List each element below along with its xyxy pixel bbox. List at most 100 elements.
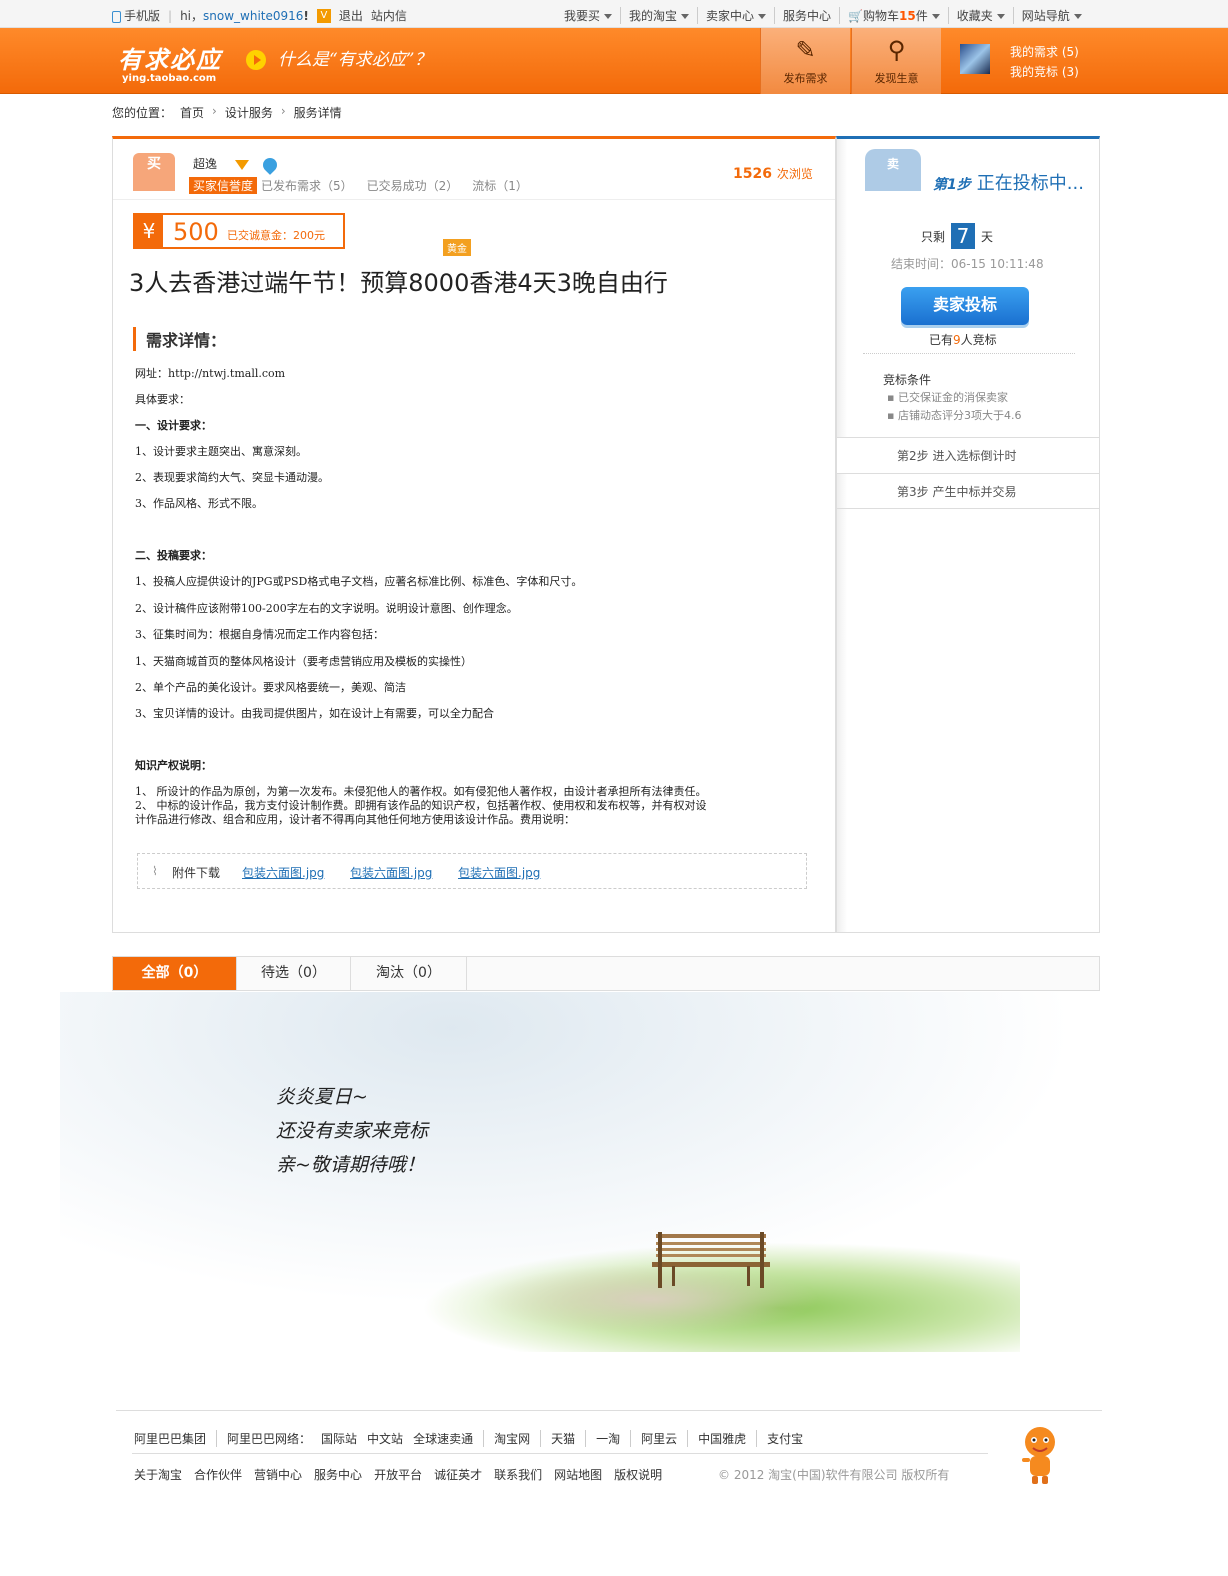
cart-icon: 🛒 <box>848 9 864 23</box>
buyer-credit: 买家信誉度 已发布需求（5） 已交易成功（2） 流标（1） <box>189 177 528 194</box>
mobile-version-link[interactable]: 手机版 <box>112 7 160 24</box>
breadcrumb-home[interactable]: 首页 <box>180 104 204 121</box>
footer-link[interactable]: 关于淘宝 <box>134 1466 182 1483</box>
phone-icon <box>112 10 121 23</box>
detail-line: 3、征集时间为：根据自身情况而定工作内容包括： <box>135 628 384 641</box>
my-links: 我的需求 (5) 我的竞标 (3) <box>1010 42 1079 82</box>
step2: 第2步 进入选标倒计时 <box>837 437 1099 473</box>
publish-need-button[interactable]: ✎ 发布需求 <box>760 28 850 94</box>
tab-all[interactable]: 全部（0） <box>113 957 237 990</box>
empty-message: 炎炎夏日~ 还没有卖家来竞标 亲~敬请期待哦！ <box>276 1086 429 1176</box>
breadcrumb-design[interactable]: 设计服务 <box>225 104 273 121</box>
detail-line: 1、天猫商城首页的整体风格设计（要考虑营销应用及模板的实操性） <box>135 655 472 668</box>
chevron-right-icon: › <box>280 104 286 118</box>
attachment-link[interactable]: 包装六面图.jpg <box>242 864 324 881</box>
nav-favorites[interactable]: 收藏夹 <box>947 7 1013 24</box>
seller-bid-button[interactable]: 卖家投标 <box>901 287 1029 325</box>
tab-eliminated[interactable]: 淘汰（0） <box>351 957 467 990</box>
detail-line: 2、单个产品的美化设计。要求风格要统一，美观、简洁 <box>135 681 406 694</box>
footer-link: 阿里巴巴网络： <box>216 1430 321 1447</box>
footer-link[interactable]: 服务中心 <box>314 1466 362 1483</box>
nav-buy[interactable]: 我要买 <box>556 7 620 24</box>
footer-link[interactable]: 联系我们 <box>494 1466 542 1483</box>
footer-link[interactable]: 网站地图 <box>554 1466 602 1483</box>
my-bids-link[interactable]: 我的竞标 (3) <box>1010 62 1079 82</box>
pencil-icon: ✎ <box>795 36 816 64</box>
logout-link[interactable]: 退出 <box>339 7 363 24</box>
bid-sidebar: 卖 第1步 正在投标中... 只剩 7 天 结束时间：06-15 10:11:48… <box>836 136 1100 933</box>
divider <box>863 353 1075 354</box>
footer-link[interactable]: 天猫 <box>540 1430 585 1447</box>
search-icon: ⚲ <box>887 36 906 64</box>
buyer-avatar[interactable]: 买 <box>133 153 175 191</box>
taobao-mascot-icon <box>1022 1427 1055 1484</box>
footer-link[interactable]: 支付宝 <box>756 1430 813 1447</box>
footer-link[interactable]: 中国雅虎 <box>687 1430 756 1447</box>
detail-heading: 需求详情： <box>133 327 226 351</box>
detail-line: 3、宝贝详情的设计。由我司提供图片，如在设计上有需要，可以全力配合 <box>135 707 494 720</box>
divider <box>113 199 835 200</box>
attachment-link[interactable]: 包装六面图.jpg <box>350 864 432 881</box>
detail-line: 1、设计要求主题突出、寓意深刻。 <box>135 445 307 458</box>
tab-pending[interactable]: 待选（0） <box>237 957 351 990</box>
buyer-name[interactable]: 超逸 <box>193 157 217 171</box>
attachment-box: ⌇ 附件下载 包装六面图.jpg 包装六面图.jpg 包装六面图.jpg <box>137 853 807 889</box>
nav-service-center[interactable]: 服务中心 <box>774 7 839 24</box>
footer-link[interactable]: 版权说明 <box>614 1466 662 1483</box>
logo[interactable]: 有求必应 ying.taobao.com <box>118 40 222 84</box>
bid-tabs: 全部（0） 待选（0） 淘汰（0） <box>112 956 1100 991</box>
chevron-down-icon <box>681 14 690 19</box>
top-nav: 我要买 我的淘宝 卖家中心 服务中心 🛒购物车15件 收藏夹 网站导航 <box>556 7 1090 24</box>
footer-link[interactable]: 诚征英才 <box>434 1466 482 1483</box>
username-link[interactable]: snow_white0916 <box>203 9 303 23</box>
nav-site-map[interactable]: 网站导航 <box>1012 7 1090 24</box>
price-box: ¥ 500 已交诚意金：200元 <box>133 213 345 249</box>
footer-link[interactable]: 营销中心 <box>254 1466 302 1483</box>
footer-link[interactable]: 开放平台 <box>374 1466 422 1483</box>
chevron-down-icon <box>996 14 1005 19</box>
deposit-text: 已交诚意金：200元 <box>227 229 325 242</box>
paperclip-icon: ⌇ <box>152 864 158 878</box>
bench-icon <box>652 1232 770 1288</box>
detail-line: 计作品进行修改、组合和应用，设计者不得再向其他任何地方使用该设计作品。费用说明： <box>135 813 575 826</box>
condition-item: ▪ 店铺动态评分3项大于4.6 <box>887 409 1022 422</box>
slogan-link[interactable]: 什么是“有求必应”？ <box>278 45 431 70</box>
user-avatar[interactable] <box>960 44 990 74</box>
footer-link[interactable]: 阿里云 <box>630 1430 687 1447</box>
detail-line: 1、投稿人应提供设计的JPG或PSD格式电子文档，应著名标准比例、标准色、字体和… <box>135 575 583 588</box>
breadcrumb: 您的位置： 首页 › 设计服务 › 服务详情 <box>112 104 342 121</box>
inbox-link[interactable]: 站内信 <box>371 7 407 24</box>
seller-avatar: 卖 <box>865 149 921 191</box>
footer-link[interactable]: 全球速卖通 <box>413 1430 483 1447</box>
nav-my-taobao[interactable]: 我的淘宝 <box>620 7 697 24</box>
demand-detail-panel: 买 超逸 买家信誉度 已发布需求（5） 已交易成功（2） 流标（1） 1526 … <box>112 136 836 933</box>
nav-cart[interactable]: 🛒购物车15件 <box>839 7 948 24</box>
my-needs-link[interactable]: 我的需求 (5) <box>1010 42 1079 62</box>
footer-divider <box>132 1453 988 1454</box>
footer-link[interactable]: 一淘 <box>585 1430 630 1447</box>
detail-line: 2、表现要求简约大气、突显卡通动漫。 <box>135 471 329 484</box>
nav-seller-center[interactable]: 卖家中心 <box>697 7 774 24</box>
footer-link[interactable]: 国际站 <box>321 1430 367 1447</box>
bid-count: 已有9人竞标 <box>929 333 997 347</box>
play-icon[interactable] <box>246 50 266 70</box>
detail-line: 网址：http://ntwj.tmall.com <box>135 367 286 380</box>
wangwang-icon[interactable] <box>259 154 280 175</box>
diamond-icon <box>234 159 249 170</box>
greeting: hi，snow_white0916! <box>180 9 309 23</box>
footer-divider <box>116 1410 1102 1411</box>
footer-link[interactable]: 中文站 <box>367 1430 413 1447</box>
discover-business-button[interactable]: ⚲ 发现生意 <box>851 28 941 94</box>
footer-link[interactable]: 淘宝网 <box>483 1430 540 1447</box>
gold-badge: 黄金 <box>443 239 471 256</box>
end-time: 结束时间：06-15 10:11:48 <box>891 257 1044 271</box>
footer-link[interactable]: 阿里巴巴集团 <box>134 1430 216 1447</box>
empty-state-illustration: 炎炎夏日~ 还没有卖家来竞标 亲~敬请期待哦！ <box>0 992 1228 1392</box>
footer-link[interactable]: 合作伙伴 <box>194 1466 242 1483</box>
price-amount: 500 <box>173 218 219 246</box>
view-count: 1526 次浏览 <box>733 166 813 182</box>
detail-line: 一、设计要求： <box>135 419 212 432</box>
remaining-days: 只剩 7 天 <box>921 223 994 249</box>
attachment-link[interactable]: 包装六面图.jpg <box>458 864 540 881</box>
bid-conditions-title: 竞标条件 <box>883 373 932 387</box>
